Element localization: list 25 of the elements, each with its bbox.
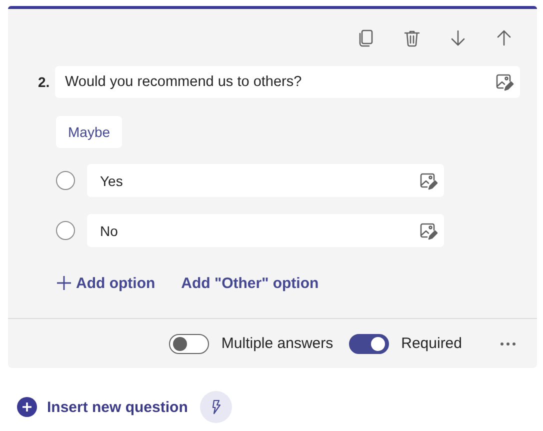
question-text: Would you recommend us to others? (65, 74, 302, 90)
option-text: Yes (100, 172, 123, 188)
lightning-button[interactable] (200, 391, 232, 423)
question-field[interactable]: Would you recommend us to others? (55, 66, 520, 98)
toggle-label: Multiple answers (221, 335, 334, 352)
add-option-link[interactable]: Add option (56, 274, 156, 292)
option-field[interactable]: No (87, 214, 444, 247)
more-options-icon[interactable] (500, 342, 516, 346)
option-field[interactable]: Yes (87, 164, 444, 197)
image-edit-icon[interactable] (418, 220, 438, 240)
radio-button[interactable] (56, 221, 75, 240)
add-other-option-link[interactable]: Add "Other" option (181, 274, 319, 292)
radio-button[interactable] (56, 171, 75, 190)
toggle-label: Required (401, 335, 462, 352)
option-text: No (100, 222, 118, 238)
image-edit-icon[interactable] (494, 72, 514, 92)
toggle-switch[interactable] (349, 334, 390, 354)
plus-icon (56, 275, 72, 291)
suggestion-chip[interactable]: Maybe (56, 116, 122, 148)
image-edit-icon[interactable] (418, 170, 438, 190)
trash-icon[interactable] (402, 28, 422, 48)
question-number: 2. (38, 74, 51, 90)
insert-question-button[interactable]: Insert new question (17, 397, 188, 417)
toggle-switch[interactable] (169, 334, 210, 354)
plus-circle-icon (17, 397, 37, 417)
